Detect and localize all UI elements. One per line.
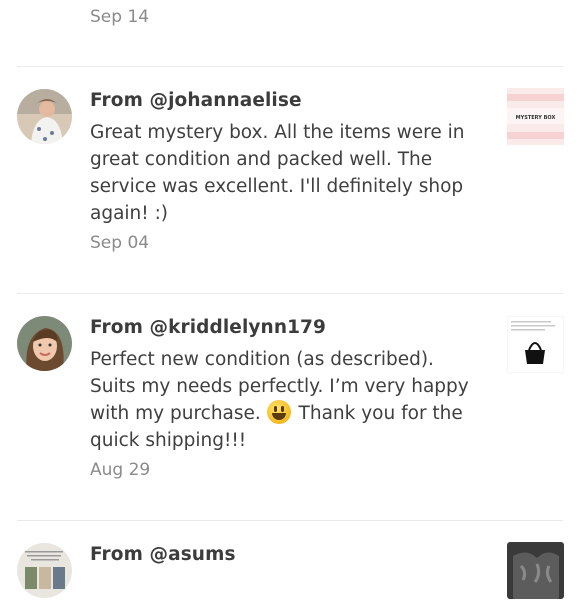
avatar[interactable] <box>17 543 72 598</box>
product-thumbnail[interactable] <box>507 542 564 599</box>
divider <box>17 66 563 67</box>
review-date: Sep 04 <box>90 233 150 253</box>
avatar[interactable] <box>17 316 72 371</box>
product-thumbnail[interactable] <box>506 315 565 374</box>
product-thumbnail[interactable]: MYSTERY BOX <box>507 88 564 145</box>
review-author[interactable]: From @johannaelise <box>90 90 302 111</box>
review-text: Perfect new condition (as described). Su… <box>90 349 469 451</box>
smiley-emoji-icon <box>266 400 291 424</box>
divider <box>17 520 563 521</box>
thumb-label: MYSTERY BOX <box>516 115 556 121</box>
review-author[interactable]: From @asums <box>90 544 236 565</box>
review-date: Sep 14 <box>90 7 150 27</box>
review-text: Great mystery box. All the items were in… <box>90 122 465 224</box>
divider <box>17 293 563 294</box>
avatar[interactable] <box>17 89 72 144</box>
review-date: Aug 29 <box>90 460 151 480</box>
review-author[interactable]: From @kriddlelynn179 <box>90 317 326 338</box>
